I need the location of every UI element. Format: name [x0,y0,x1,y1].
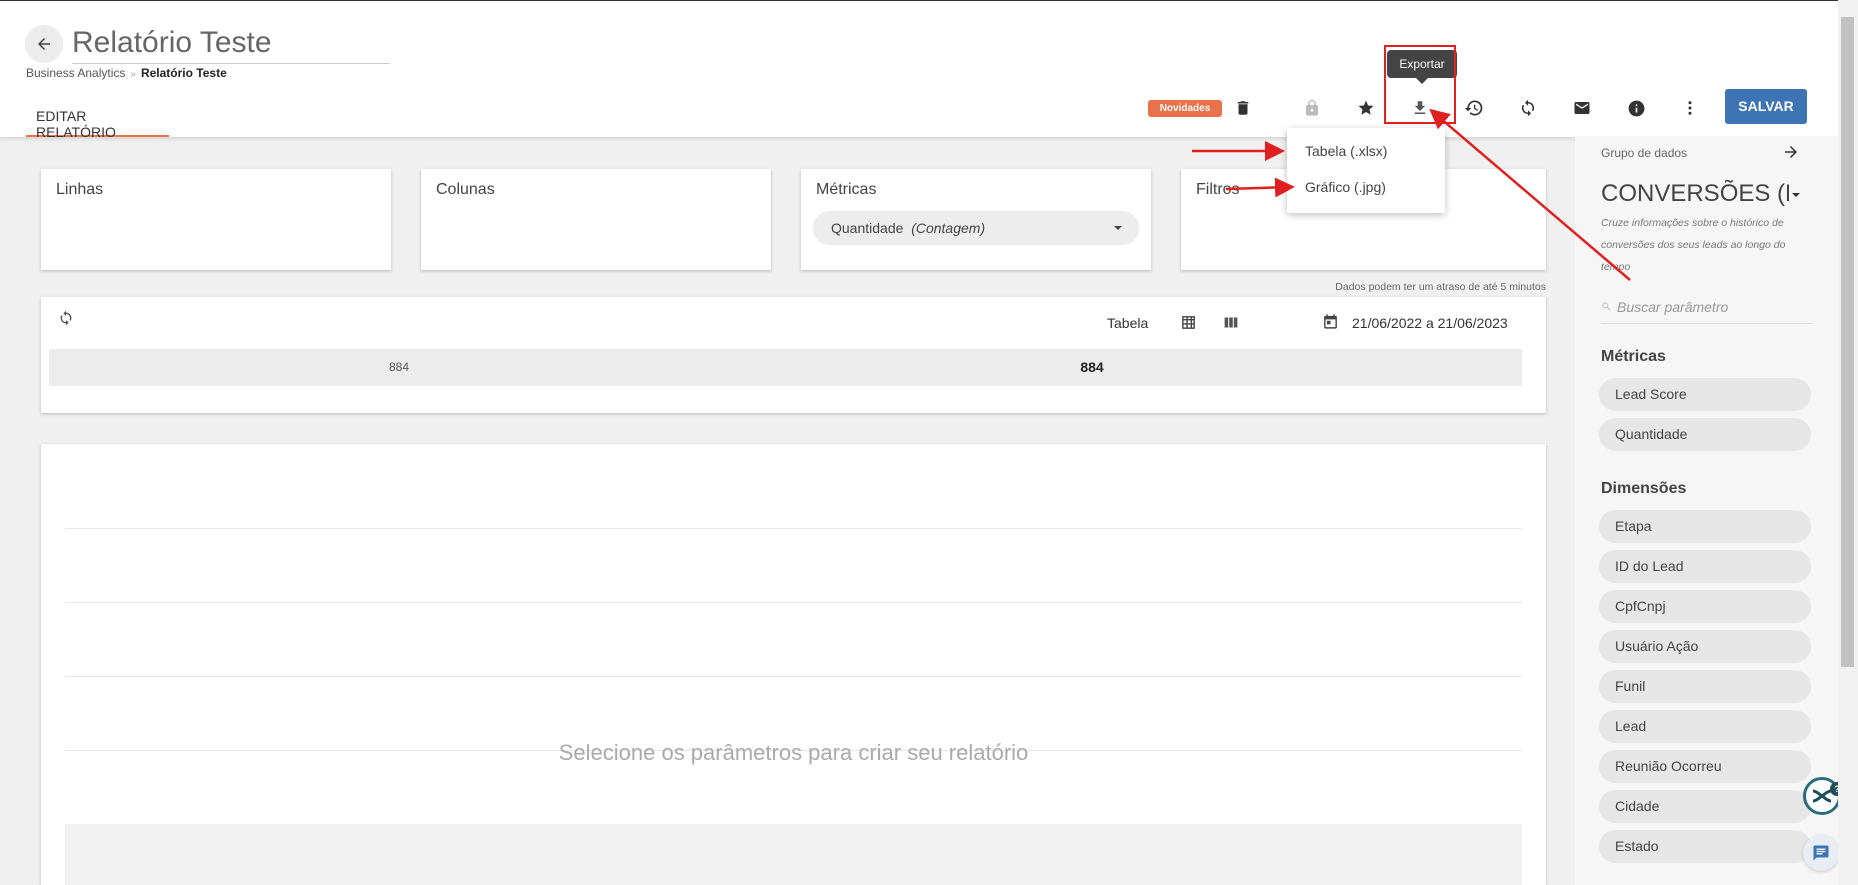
annotation-arrows [1192,108,1631,281]
annotation-arrow [1225,177,1295,198]
annotation-arrow [1429,108,1631,281]
